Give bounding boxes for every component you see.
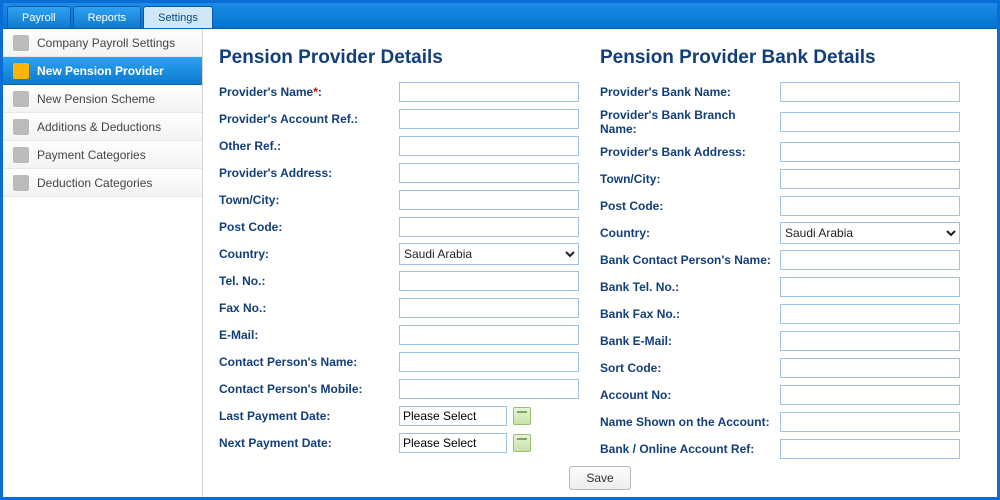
label-town: Town/City:	[219, 193, 399, 207]
settings-icon	[13, 35, 29, 51]
label-bank-fax: Bank Fax No.:	[600, 307, 780, 321]
footer: Save	[203, 459, 997, 497]
last-payment-date-input[interactable]	[399, 406, 507, 426]
account-ref-input[interactable]	[399, 109, 579, 129]
label-bank-tel: Bank Tel. No.:	[600, 280, 780, 294]
label-contact-mobile: Contact Person's Mobile:	[219, 382, 399, 396]
sidebar-item-label: Additions & Deductions	[37, 120, 161, 134]
label-email: E-Mail:	[219, 328, 399, 342]
sidebar-item-new-pension-scheme[interactable]: New Pension Scheme	[3, 85, 202, 113]
col-provider-details: Pension Provider Details Provider's Name…	[219, 41, 600, 492]
label-branch-name: Provider's Bank Branch Name:	[600, 108, 780, 136]
sort-code-input[interactable]	[780, 358, 960, 378]
postcode-input[interactable]	[399, 217, 579, 237]
label-next-payment: Next Payment Date:	[219, 436, 399, 450]
label-tel: Tel. No.:	[219, 274, 399, 288]
email-input[interactable]	[399, 325, 579, 345]
contact-name-input[interactable]	[399, 352, 579, 372]
additions-icon	[13, 119, 29, 135]
country-select[interactable]: Saudi Arabia	[399, 243, 579, 265]
label-bank-contact-name: Bank Contact Person's Name:	[600, 253, 780, 267]
label-bank-country: Country:	[600, 226, 780, 240]
label-provider-address: Provider's Address:	[219, 166, 399, 180]
bank-postcode-input[interactable]	[780, 196, 960, 216]
label-name-on-account: Name Shown on the Account:	[600, 415, 780, 429]
label-bank-email: Bank E-Mail:	[600, 334, 780, 348]
bank-email-input[interactable]	[780, 331, 960, 351]
sidebar: Company Payroll Settings New Pension Pro…	[3, 29, 203, 497]
label-fax: Fax No.:	[219, 301, 399, 315]
sidebar-item-payment-categories[interactable]: Payment Categories	[3, 141, 202, 169]
tab-reports[interactable]: Reports	[73, 6, 142, 28]
form-columns: Pension Provider Details Provider's Name…	[219, 41, 981, 492]
label-account-ref: Provider's Account Ref.:	[219, 112, 399, 126]
contact-mobile-input[interactable]	[399, 379, 579, 399]
online-ref-input[interactable]	[780, 439, 960, 459]
row-provider-name: Provider's Name*:	[219, 81, 584, 103]
label-provider-name: Provider's Name	[219, 85, 313, 99]
label-postcode: Post Code:	[219, 220, 399, 234]
sidebar-item-label: New Pension Provider	[37, 64, 164, 78]
label-contact-name: Contact Person's Name:	[219, 355, 399, 369]
account-no-input[interactable]	[780, 385, 960, 405]
payment-icon	[13, 147, 29, 163]
provider-icon	[13, 63, 29, 79]
other-ref-input[interactable]	[399, 136, 579, 156]
calendar-icon[interactable]	[513, 434, 531, 452]
bank-town-input[interactable]	[780, 169, 960, 189]
name-on-account-input[interactable]	[780, 412, 960, 432]
sidebar-item-label: New Pension Scheme	[37, 92, 155, 106]
calendar-icon[interactable]	[513, 407, 531, 425]
save-button[interactable]: Save	[569, 466, 630, 490]
tab-payroll[interactable]: Payroll	[7, 6, 71, 28]
bank-fax-input[interactable]	[780, 304, 960, 324]
required-mark: *	[313, 85, 318, 99]
bank-name-input[interactable]	[780, 82, 960, 102]
sidebar-item-additions-deductions[interactable]: Additions & Deductions	[3, 113, 202, 141]
label-online-ref: Bank / Online Account Ref:	[600, 442, 780, 456]
provider-name-input[interactable]	[399, 82, 579, 102]
label-bank-name: Provider's Bank Name:	[600, 85, 780, 99]
sidebar-item-label: Company Payroll Settings	[37, 36, 175, 50]
town-input[interactable]	[399, 190, 579, 210]
label-account-no: Account No:	[600, 388, 780, 402]
sidebar-item-deduction-categories[interactable]: Deduction Categories	[3, 169, 202, 197]
label-last-payment: Last Payment Date:	[219, 409, 399, 423]
bank-contact-name-input[interactable]	[780, 250, 960, 270]
app-window: Payroll Reports Settings Company Payroll…	[0, 0, 1000, 500]
provider-address-input[interactable]	[399, 163, 579, 183]
scheme-icon	[13, 91, 29, 107]
branch-name-input[interactable]	[780, 112, 960, 132]
col-bank-details: Pension Provider Bank Details Provider's…	[600, 41, 981, 492]
heading-provider-details: Pension Provider Details	[219, 47, 584, 69]
body: Company Payroll Settings New Pension Pro…	[3, 29, 997, 497]
bank-tel-input[interactable]	[780, 277, 960, 297]
label-bank-address: Provider's Bank Address:	[600, 145, 780, 159]
tab-settings[interactable]: Settings	[143, 6, 213, 28]
main-content: Pension Provider Details Provider's Name…	[203, 29, 997, 497]
heading-bank-details: Pension Provider Bank Details	[600, 47, 965, 69]
bank-country-select[interactable]: Saudi Arabia	[780, 222, 960, 244]
label-other-ref: Other Ref.:	[219, 139, 399, 153]
tel-input[interactable]	[399, 271, 579, 291]
deduction-icon	[13, 175, 29, 191]
sidebar-item-label: Payment Categories	[37, 148, 146, 162]
sidebar-item-company-payroll-settings[interactable]: Company Payroll Settings	[3, 29, 202, 57]
next-payment-date-input[interactable]	[399, 433, 507, 453]
fax-input[interactable]	[399, 298, 579, 318]
sidebar-item-new-pension-provider[interactable]: New Pension Provider	[3, 57, 202, 85]
label-sort-code: Sort Code:	[600, 361, 780, 375]
bank-address-input[interactable]	[780, 142, 960, 162]
label-country: Country:	[219, 247, 399, 261]
sidebar-item-label: Deduction Categories	[37, 176, 152, 190]
top-tabs: Payroll Reports Settings	[3, 3, 997, 29]
label-bank-postcode: Post Code:	[600, 199, 780, 213]
label-bank-town: Town/City:	[600, 172, 780, 186]
